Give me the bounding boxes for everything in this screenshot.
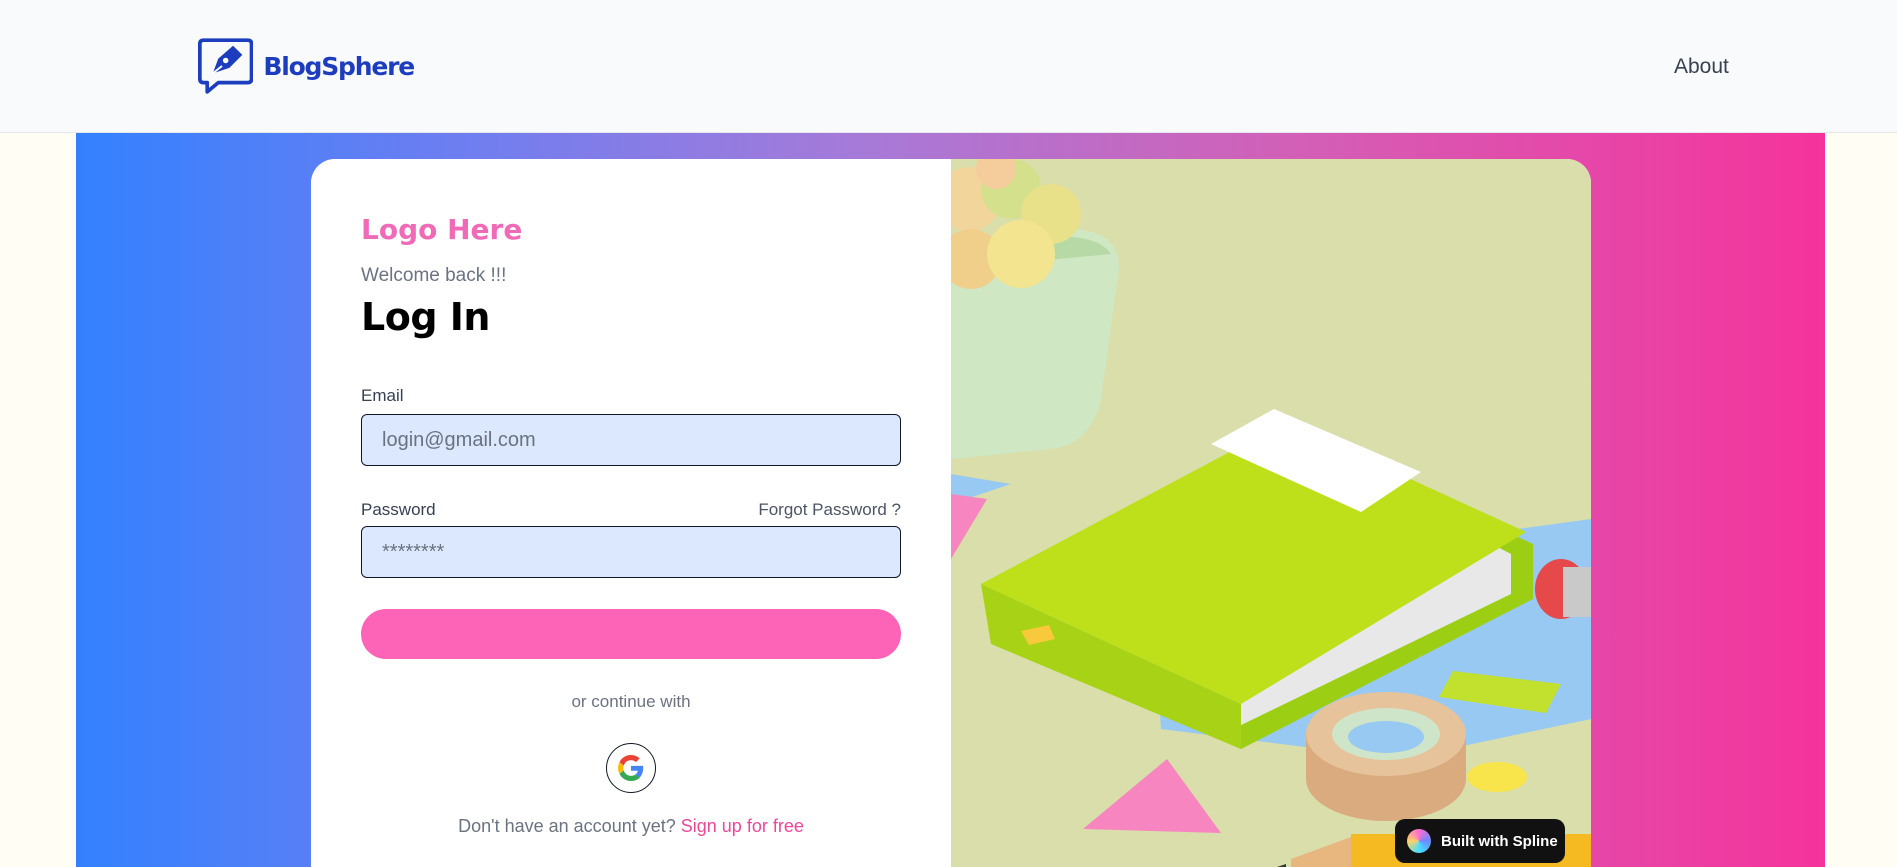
google-icon bbox=[618, 755, 644, 781]
pen-chat-logo-icon bbox=[198, 38, 254, 94]
pink-triangle-shape bbox=[951, 494, 987, 559]
login-form-panel: Logo Here Welcome back !!! Log In Email … bbox=[311, 159, 951, 867]
signup-prompt-line: Don't have an account yet? Sign up for f… bbox=[311, 816, 951, 837]
brand-logo-link[interactable]: BlogSphere bbox=[176, 26, 415, 106]
3d-scene-panel[interactable] bbox=[951, 159, 1591, 867]
forgot-password-link[interactable]: Forgot Password ? bbox=[758, 500, 901, 520]
continue-with-text: or continue with bbox=[571, 692, 691, 711]
pink-triangle-bottom-shape bbox=[1083, 759, 1221, 833]
top-navbar: BlogSphere About bbox=[0, 0, 1897, 133]
signup-link[interactable]: Sign up for free bbox=[681, 816, 804, 836]
login-card: Logo Here Welcome back !!! Log In Email … bbox=[311, 159, 1591, 867]
yellow-dot-shape bbox=[1467, 762, 1527, 792]
desk-illustration bbox=[951, 159, 1591, 867]
google-login-button[interactable] bbox=[606, 743, 656, 793]
password-label: Password bbox=[361, 500, 436, 519]
nav-about-link[interactable]: About bbox=[1674, 55, 1729, 79]
pencil-shape bbox=[1535, 559, 1591, 619]
email-label: Email bbox=[361, 386, 404, 405]
signup-prompt-text: Don't have an account yet? bbox=[458, 816, 676, 836]
login-submit-button[interactable] bbox=[361, 609, 901, 659]
password-field[interactable] bbox=[361, 526, 901, 578]
page-title: Log In bbox=[361, 295, 490, 339]
spline-badge-label: Built with Spline bbox=[1441, 832, 1558, 850]
tape-roll-shape bbox=[1306, 692, 1466, 821]
logo-placeholder-text: Logo Here bbox=[361, 213, 523, 246]
spline-logo-icon bbox=[1407, 829, 1431, 853]
brand-name: BlogSphere bbox=[263, 51, 415, 81]
built-with-spline-badge[interactable]: Built with Spline bbox=[1395, 819, 1565, 863]
email-field[interactable] bbox=[361, 414, 901, 466]
welcome-text: Welcome back !!! bbox=[361, 265, 507, 286]
